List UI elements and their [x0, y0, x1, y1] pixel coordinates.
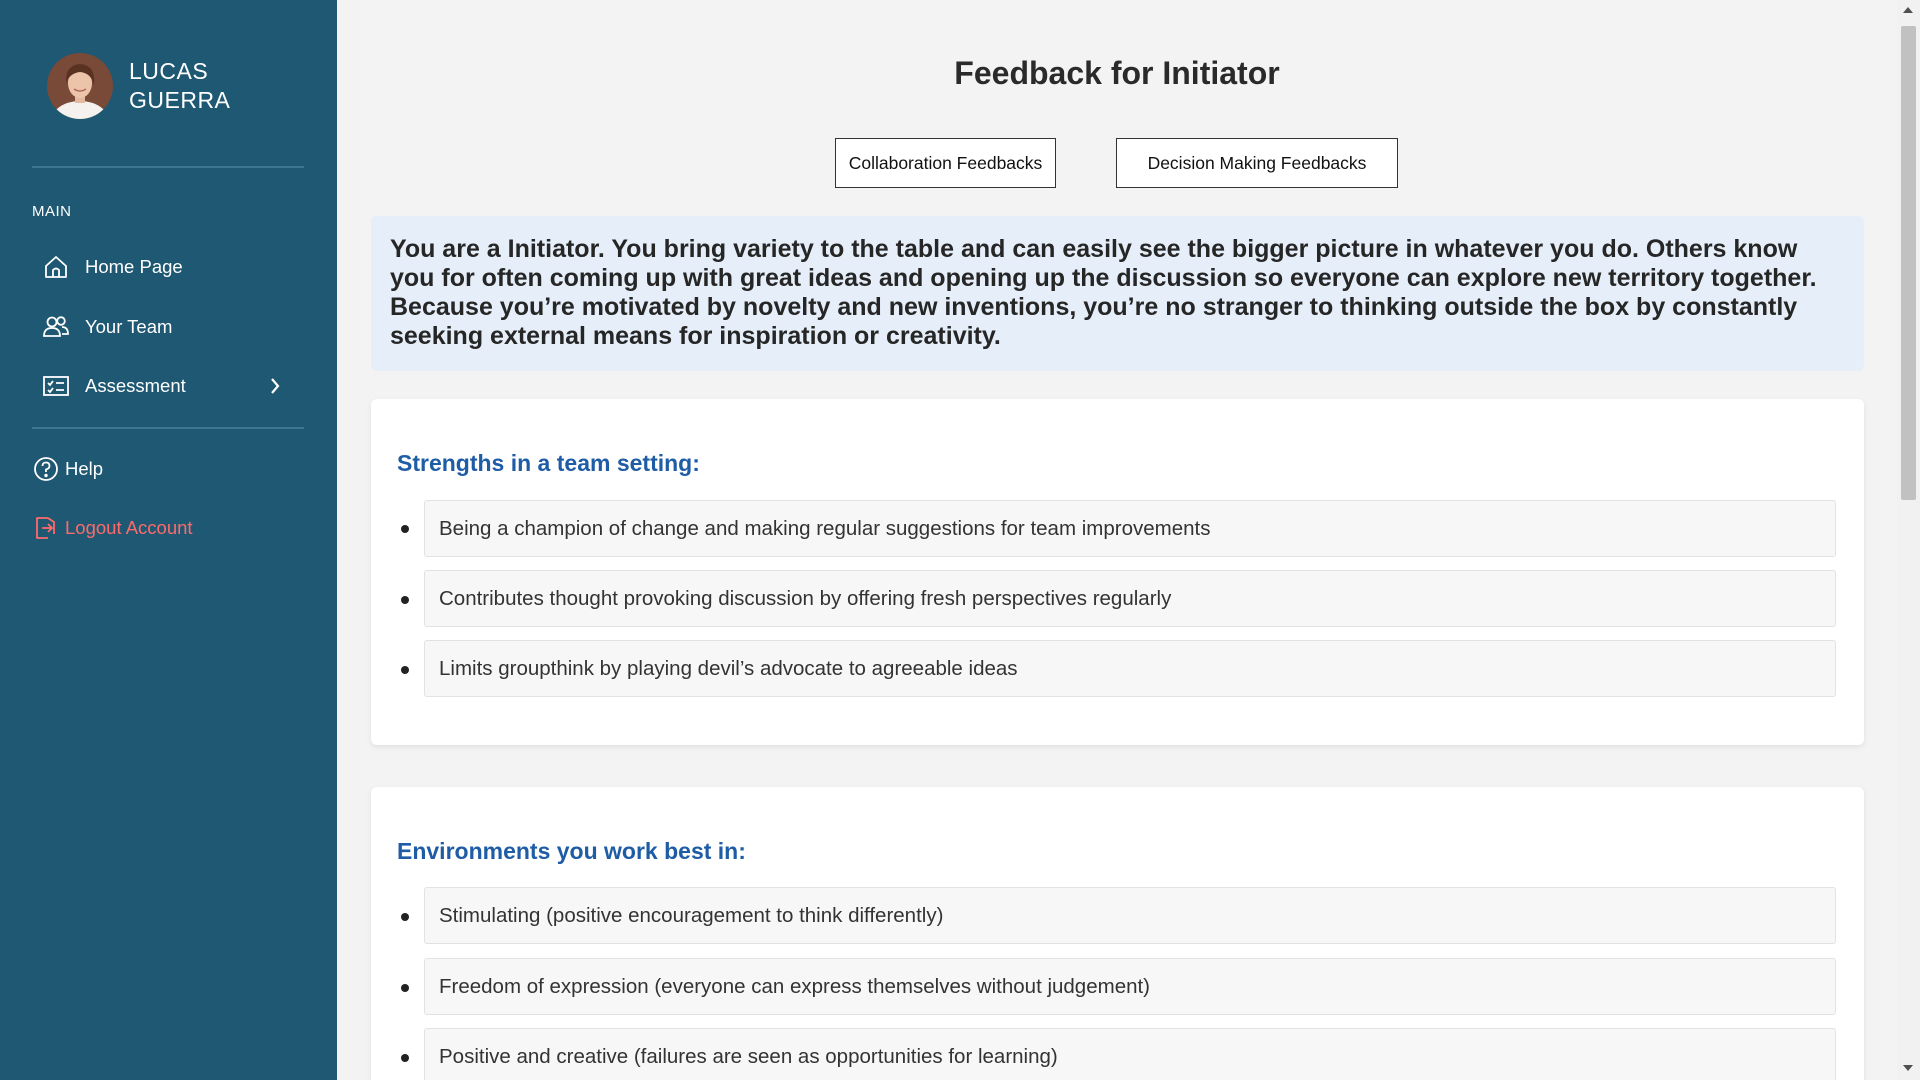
user-first-name: LUCAS — [129, 58, 209, 84]
chevron-right-icon[interactable] — [264, 374, 286, 398]
list-item: Positive and creative (failures are seen… — [424, 1028, 1836, 1080]
bullet-icon — [401, 984, 409, 992]
help-icon — [31, 454, 61, 484]
sidebar-item-label: Home Page — [85, 256, 183, 277]
section-title: Strengths in a team setting: — [397, 450, 700, 476]
scroll-up-arrow-icon[interactable] — [1903, 7, 1913, 13]
avatar[interactable] — [47, 53, 113, 119]
sidebar-item-team[interactable]: Your Team — [41, 312, 172, 342]
bullet-icon — [401, 1054, 409, 1062]
vertical-scrollbar[interactable] — [1897, 0, 1920, 1080]
list-item: Stimulating (positive encouragement to t… — [424, 887, 1836, 944]
environments-card: Environments you work best in: Stimulati… — [371, 787, 1864, 1080]
scroll-thumb[interactable] — [1901, 26, 1916, 500]
main-content: Feedback for Initiator Collaboration Fee… — [337, 0, 1897, 1080]
home-icon — [41, 252, 71, 282]
sidebar-item-label: Assessment — [85, 375, 186, 396]
list-item: Limits groupthink by playing devil’s adv… — [424, 640, 1836, 697]
logout-icon — [31, 513, 61, 543]
scroll-down-arrow-icon[interactable] — [1903, 1065, 1913, 1071]
list-item: Contributes thought provoking discussion… — [424, 570, 1836, 627]
bullet-icon — [401, 596, 409, 604]
tab-collaboration-feedbacks[interactable]: Collaboration Feedbacks — [835, 138, 1056, 188]
tab-decision-making-feedbacks[interactable]: Decision Making Feedbacks — [1116, 138, 1398, 188]
list-item: Being a champion of change and making re… — [424, 500, 1836, 557]
sidebar-item-logout[interactable]: Logout Account — [31, 513, 193, 543]
sidebar-item-label: Help — [65, 458, 104, 479]
sidebar-item-label: Your Team — [85, 316, 173, 337]
user-last-name: GUERRA — [129, 87, 231, 113]
list-item: Freedom of expression (everyone can expr… — [424, 958, 1836, 1015]
team-icon — [41, 312, 71, 342]
bullet-icon — [401, 525, 409, 533]
sidebar-item-home[interactable]: Home Page — [41, 252, 183, 282]
sidebar-divider — [32, 427, 304, 429]
sidebar-item-assessment[interactable]: Assessment — [41, 371, 186, 401]
bullet-icon — [401, 913, 409, 921]
page-title: Feedback for Initiator — [954, 55, 1280, 91]
section-label-main: MAIN — [32, 203, 72, 220]
bullet-icon — [401, 666, 409, 674]
sidebar-item-help[interactable]: Help — [31, 454, 103, 484]
user-profile[interactable]: LUCAS GUERRA — [47, 53, 230, 119]
user-name: LUCAS GUERRA — [129, 57, 230, 115]
personality-summary: You are a Initiator. You bring variety t… — [371, 216, 1864, 371]
section-title: Environments you work best in: — [397, 838, 746, 864]
sidebar: LUCAS GUERRA MAIN Home Page Your Team As… — [0, 0, 337, 1080]
sidebar-divider — [32, 166, 304, 168]
sidebar-item-label: Logout Account — [65, 517, 193, 538]
assessment-icon — [41, 371, 71, 401]
strengths-card: Strengths in a team setting: Being a cha… — [371, 399, 1864, 745]
